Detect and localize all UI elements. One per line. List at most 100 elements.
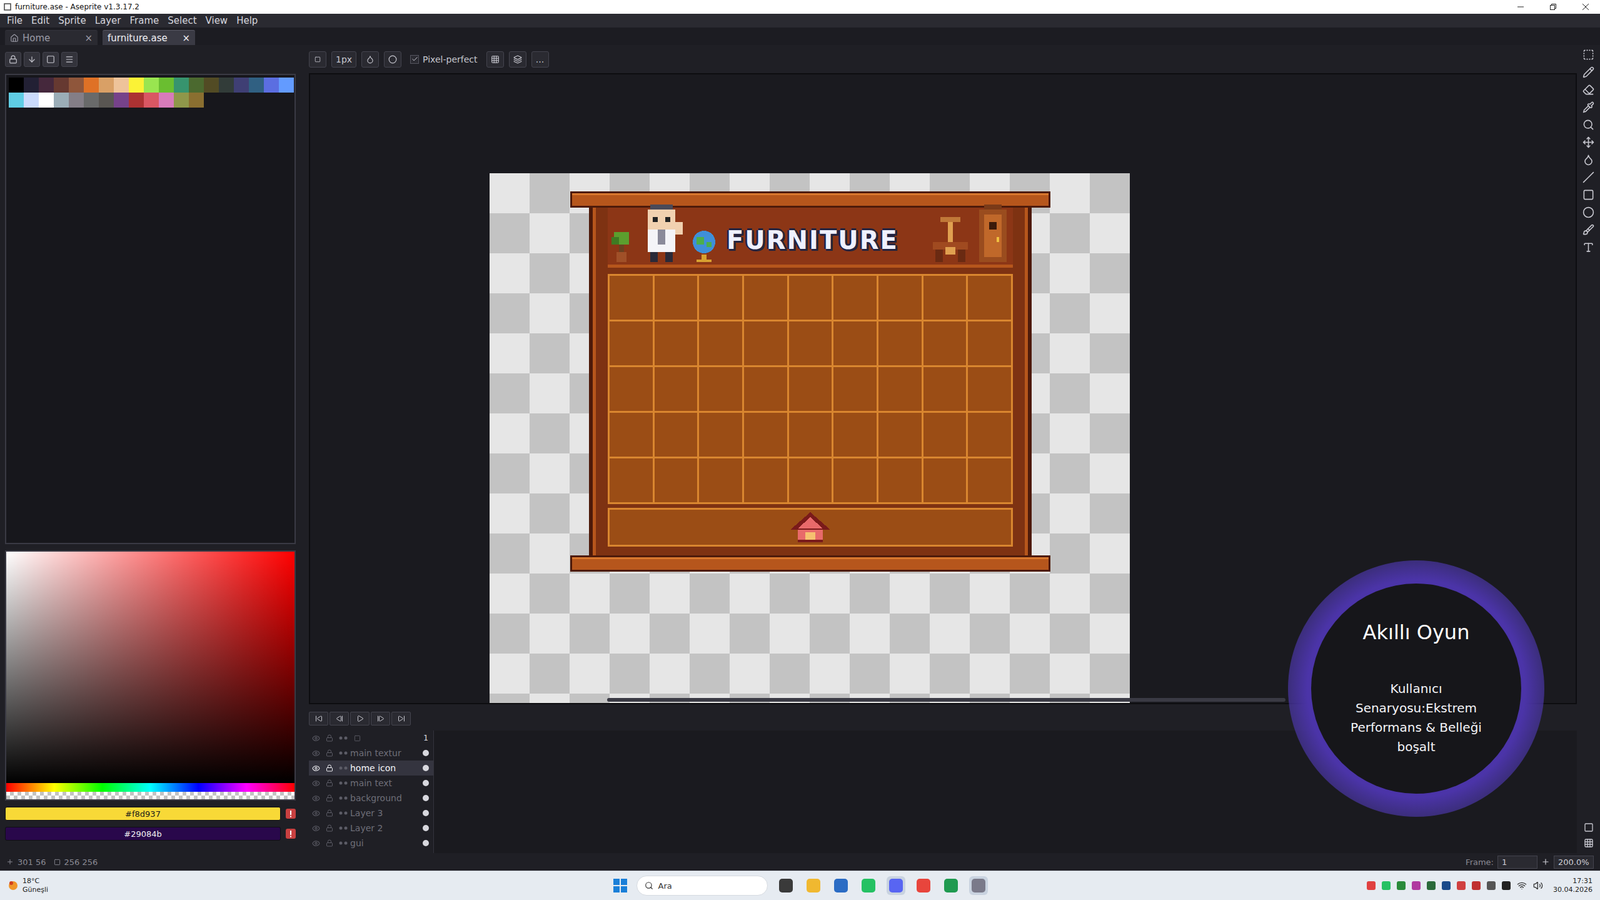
slot[interactable]: [923, 458, 967, 503]
slot[interactable]: [654, 367, 698, 411]
palette-swatch[interactable]: [113, 77, 129, 93]
layer-name[interactable]: gui: [350, 837, 419, 848]
frame-field[interactable]: 1: [1497, 855, 1538, 869]
palette-swatch[interactable]: [173, 92, 189, 108]
continuous-icon[interactable]: [338, 750, 349, 756]
pencil-icon[interactable]: [1582, 66, 1595, 79]
whatsapp-icon[interactable]: [859, 875, 878, 895]
alpha-slider[interactable]: [6, 791, 295, 800]
layer-row[interactable]: Layer 3: [308, 805, 434, 821]
palette-swatch[interactable]: [83, 92, 99, 108]
layer-row[interactable]: home icon: [308, 760, 434, 776]
palette-swatch[interactable]: [98, 92, 114, 108]
grid-icon[interactable]: [1583, 837, 1594, 848]
palette-swatch[interactable]: [263, 77, 279, 93]
continuous-icon[interactable]: [338, 795, 349, 801]
hue-slider[interactable]: [6, 782, 295, 792]
slot[interactable]: [744, 321, 788, 366]
slot[interactable]: [744, 367, 788, 411]
tray-icon[interactable]: [1396, 880, 1406, 890]
slot[interactable]: [923, 321, 967, 366]
tiled-button[interactable]: [508, 51, 527, 68]
new-frame-icon[interactable]: [1541, 857, 1550, 866]
slot[interactable]: [609, 458, 653, 503]
tab[interactable]: furniture.ase×: [102, 30, 196, 46]
header-eye[interactable]: [308, 730, 323, 746]
palette-swatch[interactable]: [158, 77, 174, 93]
slot[interactable]: [833, 458, 877, 503]
tray-icon[interactable]: [1471, 880, 1481, 890]
discord-icon[interactable]: [886, 875, 906, 895]
zoom-field[interactable]: 200.0%: [1553, 855, 1594, 869]
layer-row[interactable]: main text: [308, 775, 434, 791]
layer-visibility[interactable]: [308, 820, 323, 836]
tray-icon[interactable]: [1381, 880, 1391, 890]
slot[interactable]: [789, 458, 833, 503]
layer-lock[interactable]: [322, 805, 337, 821]
opacity-button[interactable]: [383, 51, 402, 68]
volume-icon[interactable]: [1533, 880, 1544, 891]
palette-swatch[interactable]: [23, 92, 39, 108]
symmetry-button[interactable]: [486, 51, 504, 68]
continuous-icon[interactable]: [338, 840, 349, 846]
layer-name[interactable]: main text: [350, 777, 419, 788]
slot[interactable]: [699, 321, 743, 366]
text-icon[interactable]: [1582, 241, 1595, 254]
chrome-icon[interactable]: [914, 875, 933, 895]
palette-swatch[interactable]: [173, 77, 189, 93]
palette-swatch[interactable]: [68, 77, 84, 93]
warning-icon[interactable]: [285, 808, 296, 819]
cel[interactable]: [418, 775, 434, 791]
menu-item[interactable]: Edit: [26, 15, 54, 27]
eraser-icon[interactable]: [1582, 83, 1595, 96]
palette-swatch[interactable]: [98, 77, 114, 93]
first-frame-button[interactable]: [308, 711, 329, 726]
task-view-icon[interactable]: [776, 875, 796, 895]
layer-continuous[interactable]: [336, 790, 351, 806]
slot[interactable]: [609, 275, 653, 320]
cel[interactable]: [418, 820, 434, 836]
slot[interactable]: [878, 275, 922, 320]
layer-lock[interactable]: [322, 760, 337, 776]
palette-swatch[interactable]: [68, 92, 84, 108]
slot[interactable]: [789, 412, 833, 457]
slot[interactable]: [878, 367, 922, 411]
notepad-icon[interactable]: [831, 875, 851, 895]
next-frame-button[interactable]: [370, 711, 391, 726]
layer-lock[interactable]: [322, 790, 337, 806]
layer-visibility[interactable]: [308, 760, 323, 776]
layer-lock[interactable]: [322, 775, 337, 791]
continuous-icon[interactable]: [338, 735, 349, 741]
tray-icon[interactable]: [1486, 880, 1496, 890]
palette-swatch[interactable]: [128, 92, 144, 108]
layer-lock[interactable]: [322, 745, 337, 761]
wifi-icon[interactable]: [1516, 880, 1527, 891]
tray-icon[interactable]: [1411, 880, 1421, 890]
cel[interactable]: [418, 745, 434, 761]
slot[interactable]: [967, 275, 1012, 320]
menu-item[interactable]: Layer: [90, 15, 126, 27]
header-continuous[interactable]: [336, 730, 351, 746]
palette-swatch[interactable]: [188, 77, 204, 93]
tab[interactable]: Home×: [5, 30, 98, 46]
header-onion[interactable]: [350, 730, 364, 746]
palette-swatch[interactable]: [53, 77, 69, 93]
minimize-button[interactable]: [1506, 0, 1535, 14]
slot[interactable]: [609, 367, 653, 411]
tray-icon[interactable]: [1456, 880, 1466, 890]
layer-continuous[interactable]: [336, 820, 351, 836]
slot[interactable]: [744, 412, 788, 457]
slot[interactable]: [878, 458, 922, 503]
slot[interactable]: [833, 412, 877, 457]
layer-continuous[interactable]: [336, 775, 351, 791]
layer-visibility[interactable]: [308, 805, 323, 821]
more-button[interactable]: ...: [531, 51, 549, 68]
warning-icon[interactable]: [285, 828, 296, 839]
slot[interactable]: [789, 275, 833, 320]
slot[interactable]: [744, 458, 788, 503]
restore-button[interactable]: [1538, 0, 1568, 14]
palette-swatch[interactable]: [53, 92, 69, 108]
slot[interactable]: [744, 275, 788, 320]
preview-icon[interactable]: [1583, 822, 1594, 833]
line-icon[interactable]: [1582, 171, 1595, 184]
